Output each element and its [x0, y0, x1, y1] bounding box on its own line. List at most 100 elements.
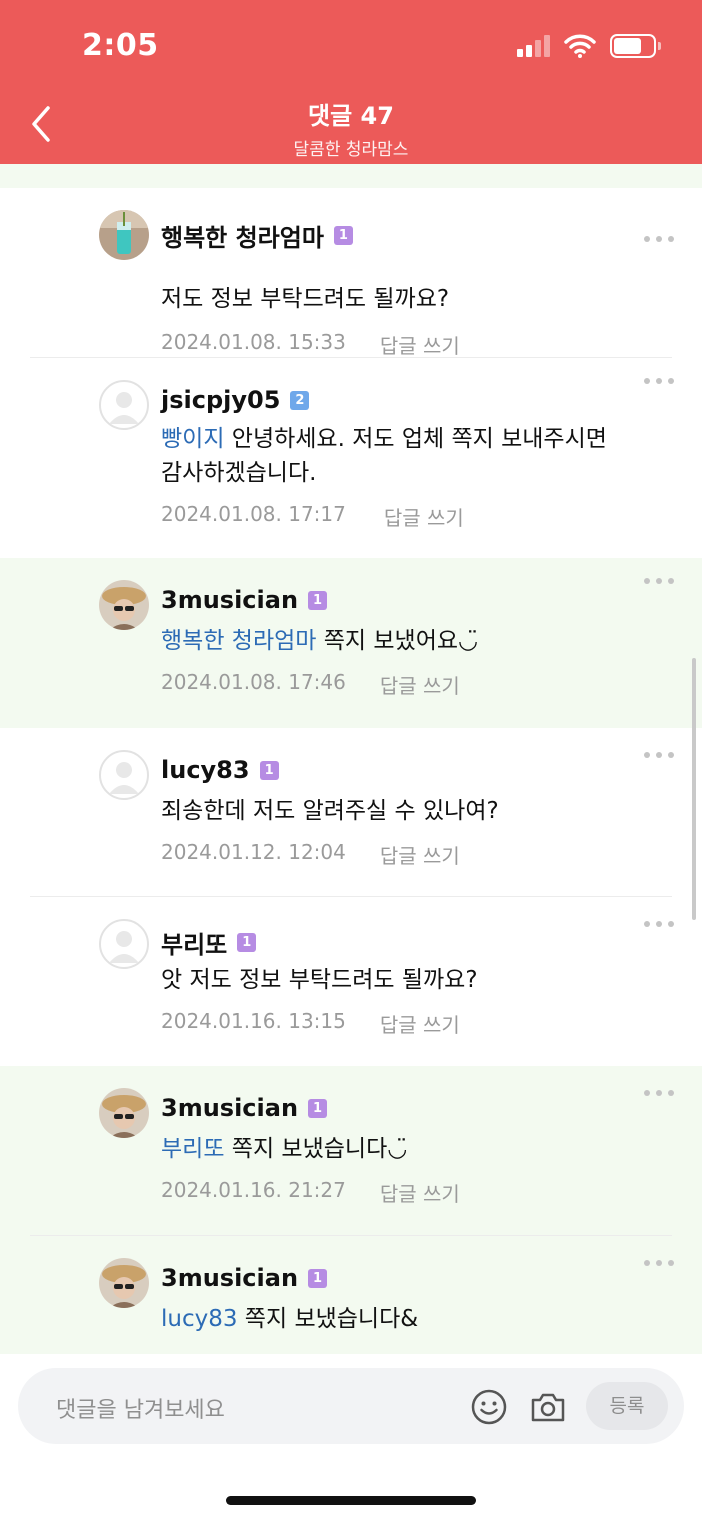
comment-meta: 2024.01.08. 17:17 답글 쓰기 — [161, 502, 464, 531]
emoji-button[interactable] — [470, 1388, 508, 1426]
dot-icon — [668, 752, 674, 758]
comment-body: 안녕하세요. 저도 업체 쪽지 보내주시면 감사하겠습니다. — [161, 426, 607, 486]
comment-item: 3musician 1 행복한 청라엄마 쪽지 보냈어요◡̈ 2024.01.0… — [0, 558, 702, 728]
dot-icon — [668, 921, 674, 927]
comment-text: 행복한 청라엄마 쪽지 보냈어요◡̈ — [161, 624, 641, 658]
dot-icon — [668, 236, 674, 242]
comment-body: 죄송한데 저도 알려주실 수 있나여? — [161, 798, 499, 824]
status-time: 2:05 — [82, 28, 159, 63]
author-name[interactable]: 행복한 청라엄마 — [161, 218, 324, 253]
author-name[interactable]: jsicpjy05 — [161, 386, 280, 414]
author-name[interactable]: 3musician — [161, 1264, 298, 1292]
mention-link[interactable]: 부리또 — [161, 1136, 224, 1162]
comment-list[interactable]: 행복한 청라엄마 1 저도 정보 부탁드려도 될까요? 2024.01.08. … — [0, 164, 702, 1354]
comment-item: 3musician 1 lucy83 쪽지 보냈습니다& — [0, 1236, 702, 1354]
cafe-name: 달콤한 청라맘스 — [293, 140, 409, 160]
more-options-button[interactable] — [644, 1088, 674, 1098]
dot-icon — [644, 236, 650, 242]
mention-link[interactable]: 행복한 청라엄마 — [161, 628, 316, 654]
avatar[interactable] — [99, 1088, 149, 1138]
camera-button[interactable] — [529, 1388, 567, 1426]
battery-icon — [610, 34, 661, 58]
dot-icon — [656, 1090, 662, 1096]
comment-date: 2024.01.16. 13:15 — [161, 1009, 346, 1033]
comment-text: lucy83 쪽지 보냈습니다& — [161, 1302, 641, 1336]
level-badge: 1 — [308, 1098, 328, 1118]
avatar-drink-image — [99, 210, 149, 260]
scrollbar[interactable] — [692, 658, 696, 920]
dot-icon — [656, 752, 662, 758]
comment-header: 3musician 1 — [161, 1094, 328, 1122]
comment-text: 앗 저도 정보 부탁드려도 될까요? — [161, 963, 641, 997]
dot-icon — [656, 236, 662, 242]
more-options-button[interactable] — [644, 919, 674, 929]
dot-icon — [644, 1090, 650, 1096]
avatar[interactable] — [99, 580, 149, 630]
author-name[interactable]: 부리또 — [161, 925, 227, 960]
header-titles: 댓글 47 달콤한 청라맘스 — [0, 96, 702, 160]
reply-button[interactable]: 답글 쓰기 — [380, 1178, 460, 1207]
reply-button[interactable]: 답글 쓰기 — [380, 330, 460, 359]
author-name[interactable]: 3musician — [161, 1094, 298, 1122]
comment-body: 쪽지 보냈습니다◡̈ — [224, 1136, 408, 1162]
avatar[interactable] — [99, 919, 149, 969]
comment-item: 부리또 1 앗 저도 정보 부탁드려도 될까요? 2024.01.16. 13:… — [0, 897, 702, 1066]
level-badge: 1 — [237, 933, 257, 952]
comment-meta: 2024.01.08. 15:33 답글 쓰기 — [161, 330, 460, 359]
reply-button[interactable]: 답글 쓰기 — [380, 670, 460, 699]
level-badge: 1 — [333, 226, 353, 245]
home-indicator — [226, 1496, 476, 1505]
mention-link[interactable]: lucy83 — [161, 1306, 238, 1332]
level-badge: 2 — [290, 390, 310, 410]
comment-date: 2024.01.08. 17:46 — [161, 670, 346, 694]
comment-text: 빵이지 안녕하세요. 저도 업체 쪽지 보내주시면 감사하겠습니다. — [161, 422, 631, 490]
submit-button[interactable]: 등록 — [586, 1382, 668, 1430]
camera-icon — [531, 1393, 565, 1422]
mention-link[interactable]: 빵이지 — [161, 426, 224, 452]
dot-icon — [644, 752, 650, 758]
dot-icon — [656, 1260, 662, 1266]
author-name[interactable]: 3musician — [161, 586, 298, 614]
more-options-button[interactable] — [644, 750, 674, 760]
comment-text: 죄송한데 저도 알려주실 수 있나여? — [161, 794, 641, 828]
more-options-button[interactable] — [644, 576, 674, 586]
author-name[interactable]: lucy83 — [161, 756, 250, 784]
comment-meta: 2024.01.08. 17:46 답글 쓰기 — [161, 670, 460, 699]
avatar-hat-portrait-image — [99, 580, 149, 630]
comment-input-placeholder: 댓글을 남겨보세요 — [56, 1398, 225, 1423]
dot-icon — [668, 378, 674, 384]
smiley-icon — [471, 1389, 507, 1425]
dot-icon — [644, 378, 650, 384]
avatar-hat-portrait-image — [99, 1258, 149, 1308]
more-options-button[interactable] — [644, 1258, 674, 1268]
avatar[interactable] — [99, 210, 149, 260]
level-badge: 1 — [308, 1268, 328, 1288]
comment-body: 저도 정보 부탁드려도 될까요? — [161, 286, 450, 312]
reply-button[interactable]: 답글 쓰기 — [384, 502, 464, 531]
comment-input-bar: 댓글을 남겨보세요 등록 — [0, 1354, 702, 1519]
comment-meta: 2024.01.16. 21:27 답글 쓰기 — [161, 1178, 460, 1207]
wifi-icon — [564, 34, 596, 58]
comment-header: 3musician 1 — [161, 1264, 328, 1292]
more-options-button[interactable] — [644, 234, 674, 244]
dot-icon — [668, 1260, 674, 1266]
avatar[interactable] — [99, 380, 149, 430]
reply-button[interactable]: 답글 쓰기 — [380, 1009, 460, 1038]
comment-header: 부리또 1 — [161, 925, 257, 960]
comment-input-field[interactable]: 댓글을 남겨보세요 등록 — [18, 1368, 684, 1444]
comment-meta: 2024.01.12. 12:04 답글 쓰기 — [161, 840, 460, 869]
more-options-button[interactable] — [644, 376, 674, 386]
level-badge: 1 — [259, 760, 279, 780]
reply-button[interactable]: 답글 쓰기 — [380, 840, 460, 869]
comment-text: 저도 정보 부탁드려도 될까요? — [161, 282, 641, 316]
avatar[interactable] — [99, 1258, 149, 1308]
status-icons — [517, 34, 661, 58]
dot-icon — [668, 578, 674, 584]
comment-text: 부리또 쪽지 보냈습니다◡̈ — [161, 1132, 641, 1166]
default-profile-icon — [109, 931, 139, 963]
cellular-signal-icon — [517, 35, 550, 57]
comment-item: jsicpjy05 2 빵이지 안녕하세요. 저도 업체 쪽지 보내주시면 감사… — [0, 358, 702, 558]
comment-meta: 2024.01.16. 13:15 답글 쓰기 — [161, 1009, 460, 1038]
page-title: 댓글 47 — [308, 102, 394, 130]
avatar[interactable] — [99, 750, 149, 800]
